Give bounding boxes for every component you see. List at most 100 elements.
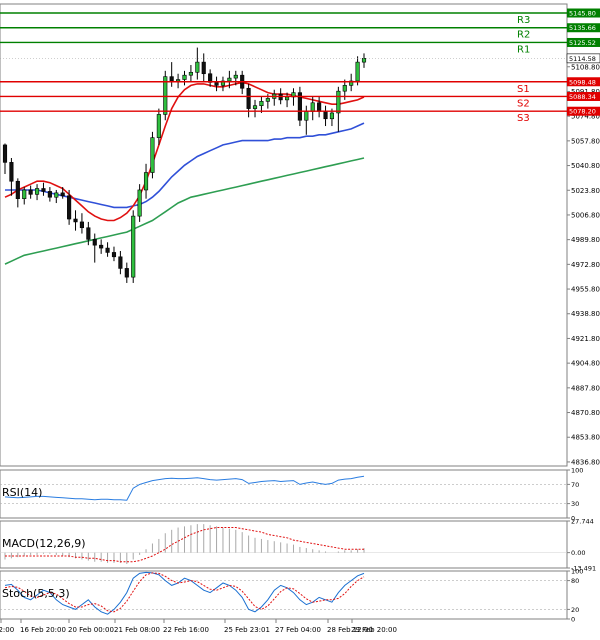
time-axis-label: 12:00 — [0, 626, 14, 634]
candle-up — [22, 189, 27, 199]
time-axis-label: 29 Feb 20:00 — [351, 626, 397, 634]
candle-up — [259, 101, 264, 106]
indicator-panel-title: Stoch(5,5,3) — [2, 587, 70, 600]
candle-up — [34, 188, 40, 195]
price-axis-label: 4972.80 — [571, 261, 600, 269]
time-axis-label: 16 Feb 20:00 — [20, 626, 66, 634]
price-axis-label: 4938.80 — [571, 310, 600, 318]
indicator-axis-label: 30 — [571, 500, 579, 508]
candle-up — [137, 189, 142, 217]
price-axis-label: 4853.80 — [571, 434, 600, 442]
price-axis-label: 5057.80 — [571, 137, 600, 145]
level-name-r3: R3 — [517, 15, 530, 26]
candle-up — [188, 71, 193, 76]
level-value-r2: 5135.66 — [569, 24, 596, 32]
indicator-axis-label: 0 — [571, 616, 575, 624]
candle-up — [285, 96, 290, 101]
level-value-r1: 5125.52 — [569, 39, 596, 47]
level-value-r3: 5145.80 — [569, 10, 596, 18]
price-axis-label: 4955.80 — [571, 286, 600, 294]
price-axis-label: 4904.80 — [571, 360, 600, 368]
candle-up — [182, 74, 187, 80]
indicator-axis-label: 80 — [571, 577, 579, 585]
indicator-axis-label: 100 — [571, 568, 583, 576]
candle-up — [233, 74, 238, 79]
price-axis-label: 4887.80 — [571, 384, 600, 392]
candle-up — [265, 98, 270, 102]
candle-up — [131, 215, 136, 278]
level-value-s1: 5098.48 — [569, 78, 596, 86]
candle-up — [310, 102, 315, 112]
candle-up — [156, 114, 161, 138]
time-axis-label: 27 Feb 04:00 — [275, 626, 321, 634]
level-value-s2: 5088.34 — [569, 93, 596, 101]
price-panel-frame — [0, 3, 568, 467]
time-axis-label: 20 Feb 00:00 — [68, 626, 114, 634]
candle-up — [150, 137, 155, 173]
candle-up — [329, 112, 335, 120]
price-axis-label: 5040.80 — [571, 162, 600, 170]
candle-down — [60, 192, 65, 197]
candle-down — [67, 195, 72, 220]
candle-down — [323, 111, 328, 120]
level-name-s3: S3 — [517, 113, 530, 124]
candle-down — [73, 218, 78, 223]
candle-up — [304, 111, 309, 121]
candle-down — [47, 191, 52, 198]
candle-down — [105, 247, 110, 253]
candle-down — [9, 162, 14, 182]
candle-down — [317, 102, 322, 112]
current-price-label: 5114.58 — [569, 55, 596, 63]
level-name-r2: R2 — [517, 30, 530, 41]
candle-down — [2, 144, 8, 163]
indicator-panel-frame — [0, 570, 568, 620]
level-name-s1: S1 — [517, 84, 530, 95]
level-value-s3: 5078.20 — [569, 108, 596, 116]
indicator-panel-title: RSI(14) — [2, 486, 42, 499]
indicator-axis-label: 20 — [571, 606, 579, 614]
candle-up — [355, 61, 360, 82]
indicator-axis-label: 27.744 — [571, 518, 594, 526]
candle-down — [99, 244, 104, 249]
candle-up — [143, 172, 149, 191]
indicator-axis-label: 0.00 — [571, 549, 585, 557]
candle-down — [86, 227, 91, 240]
price-axis-label: 4989.80 — [571, 236, 600, 244]
price-axis-label: 4921.80 — [571, 335, 600, 343]
candle-down — [118, 256, 123, 269]
candle-down — [79, 221, 84, 229]
candle-down — [92, 239, 97, 246]
indicator-axis-label: 70 — [571, 481, 579, 489]
time-axis-label: 21 Feb 08:00 — [114, 626, 160, 634]
price-axis-label: 5023.80 — [571, 187, 600, 195]
indicator-panel-title: MACD(12,26,9) — [2, 537, 86, 550]
chart-canvas[interactable]: 5108.805091.805074.805057.805040.805023.… — [0, 0, 600, 636]
candle-up — [336, 90, 341, 114]
candle-down — [111, 252, 117, 258]
level-name-s2: S2 — [517, 98, 530, 109]
time-axis-label: 22 Feb 16:00 — [163, 626, 209, 634]
candle-up — [54, 192, 59, 198]
candle-up — [227, 77, 232, 82]
candle-down — [246, 87, 251, 109]
candle-up — [252, 105, 258, 109]
indicator-panel-frame — [0, 469, 568, 519]
price-axis-label: 5006.80 — [571, 211, 600, 219]
price-axis-label: 5108.80 — [571, 63, 600, 71]
candle-up — [176, 79, 181, 82]
price-axis-label: 4870.80 — [571, 409, 600, 417]
candle-down — [214, 82, 219, 86]
time-axis-label: 25 Feb 23:01 — [224, 626, 270, 634]
candle-down — [15, 180, 20, 199]
candle-up — [195, 61, 200, 73]
candle-down — [41, 188, 46, 192]
candle-up — [361, 58, 367, 63]
candle-down — [169, 76, 174, 82]
level-name-r1: R1 — [517, 44, 530, 55]
candle-down — [201, 61, 206, 75]
price-axis-label: 4836.80 — [571, 458, 600, 466]
candle-down — [124, 268, 129, 278]
candle-up — [342, 85, 347, 92]
indicator-axis-label: 100 — [571, 467, 583, 475]
candle-down — [28, 189, 33, 195]
